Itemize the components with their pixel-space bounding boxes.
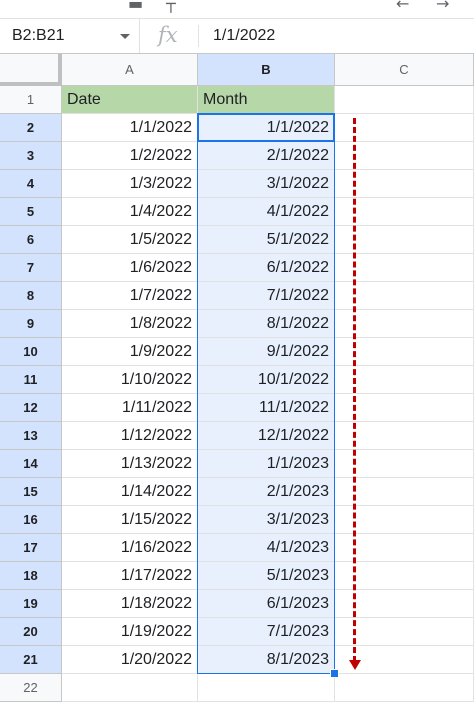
column-header-b[interactable]: B xyxy=(198,54,335,86)
row-header-20[interactable]: 20 xyxy=(0,618,62,646)
month-cell[interactable]: 8/1/2022 xyxy=(198,310,335,338)
date-cell[interactable]: 1/6/2022 xyxy=(62,254,198,282)
column-header-c[interactable]: C xyxy=(335,54,474,86)
month-cell[interactable]: 8/1/2023 xyxy=(198,646,335,674)
date-cell[interactable]: 1/9/2022 xyxy=(62,338,198,366)
row-header-13[interactable]: 13 xyxy=(0,422,62,450)
date-cell[interactable]: 1/10/2022 xyxy=(62,366,198,394)
name-box-value[interactable]: B2:B21 xyxy=(12,27,64,45)
date-cell[interactable]: 1/12/2022 xyxy=(62,422,198,450)
paint-format-icon[interactable]: ┬ xyxy=(166,0,176,13)
row-header-16[interactable]: 16 xyxy=(0,506,62,534)
month-cell[interactable]: 2/1/2022 xyxy=(198,142,335,170)
header-cell-month[interactable]: Month xyxy=(198,86,335,114)
date-cell[interactable]: 1/15/2022 xyxy=(62,506,198,534)
month-cell[interactable]: 1/1/2023 xyxy=(198,450,335,478)
spreadsheet-grid[interactable]: A B C 1 Date Month 2 1/1/2022 1/1/2022 3 1/2/2022 2… xyxy=(0,54,474,710)
month-cell[interactable]: 5/1/2023 xyxy=(198,562,335,590)
date-cell[interactable]: 1/1/2022 xyxy=(62,114,198,142)
row-header-21[interactable]: 21 xyxy=(0,646,62,674)
row-header-19[interactable]: 19 xyxy=(0,590,62,618)
row-header-10[interactable]: 10 xyxy=(0,338,62,366)
empty-cell[interactable] xyxy=(198,674,335,702)
fill-direction-arrow-line xyxy=(353,118,356,662)
row-header-5[interactable]: 5 xyxy=(0,198,62,226)
row-header-8[interactable]: 8 xyxy=(0,282,62,310)
row-header-3[interactable]: 3 xyxy=(0,142,62,170)
month-cell[interactable]: 3/1/2023 xyxy=(198,506,335,534)
row-header-1[interactable]: 1 xyxy=(0,86,62,114)
row-header-2[interactable]: 2 xyxy=(0,114,62,142)
empty-cell[interactable] xyxy=(335,674,474,702)
date-cell[interactable]: 1/7/2022 xyxy=(62,282,198,310)
month-cell[interactable]: 11/1/2022 xyxy=(198,394,335,422)
header-cell-date[interactable]: Date xyxy=(62,86,198,114)
arrow-down-icon xyxy=(349,660,361,670)
month-cell[interactable]: 3/1/2022 xyxy=(198,170,335,198)
row-header-18[interactable]: 18 xyxy=(0,562,62,590)
date-cell[interactable]: 1/8/2022 xyxy=(62,310,198,338)
date-cell[interactable]: 1/14/2022 xyxy=(62,478,198,506)
date-cell[interactable]: 1/4/2022 xyxy=(62,198,198,226)
toolbar: ▬ ┬ ← → xyxy=(0,0,474,18)
formula-input[interactable]: 1/1/2022 xyxy=(213,27,275,45)
row-header-9[interactable]: 9 xyxy=(0,310,62,338)
fx-icon: fx xyxy=(158,23,178,47)
column-header-a[interactable]: A xyxy=(62,54,198,86)
empty-cell[interactable] xyxy=(62,674,198,702)
chevron-down-icon[interactable] xyxy=(120,34,130,39)
date-cell[interactable]: 1/20/2022 xyxy=(62,646,198,674)
date-cell[interactable]: 1/3/2022 xyxy=(62,170,198,198)
undo-icon[interactable]: ← xyxy=(396,0,409,13)
month-cell[interactable]: 6/1/2022 xyxy=(198,254,335,282)
row-header-7[interactable]: 7 xyxy=(0,254,62,282)
month-cell[interactable]: 6/1/2023 xyxy=(198,590,335,618)
formula-bar: B2:B21 fx 1/1/2022 xyxy=(0,18,474,54)
month-cell[interactable]: 2/1/2023 xyxy=(198,478,335,506)
month-cell[interactable]: 9/1/2022 xyxy=(198,338,335,366)
date-cell[interactable]: 1/16/2022 xyxy=(62,534,198,562)
row-header-6[interactable]: 6 xyxy=(0,226,62,254)
month-cell[interactable]: 5/1/2022 xyxy=(198,226,335,254)
month-cell[interactable]: 12/1/2022 xyxy=(198,422,335,450)
date-cell[interactable]: 1/13/2022 xyxy=(62,450,198,478)
date-cell[interactable]: 1/18/2022 xyxy=(62,590,198,618)
formula-divider xyxy=(198,25,199,47)
date-cell[interactable]: 1/2/2022 xyxy=(62,142,198,170)
select-all-corner[interactable] xyxy=(0,54,62,86)
month-cell[interactable]: 7/1/2022 xyxy=(198,282,335,310)
empty-cell[interactable] xyxy=(335,86,474,114)
month-cell[interactable]: 1/1/2022 xyxy=(198,114,335,142)
fill-handle[interactable] xyxy=(330,669,339,678)
month-cell[interactable]: 10/1/2022 xyxy=(198,366,335,394)
month-cell[interactable]: 4/1/2022 xyxy=(198,198,335,226)
month-cell[interactable]: 4/1/2023 xyxy=(198,534,335,562)
date-cell[interactable]: 1/11/2022 xyxy=(62,394,198,422)
month-cell[interactable]: 7/1/2023 xyxy=(198,618,335,646)
row-header-4[interactable]: 4 xyxy=(0,170,62,198)
row-header-15[interactable]: 15 xyxy=(0,478,62,506)
row-header-22[interactable]: 22 xyxy=(0,674,62,702)
print-icon[interactable]: ▬ xyxy=(128,0,143,13)
date-cell[interactable]: 1/17/2022 xyxy=(62,562,198,590)
row-header-12[interactable]: 12 xyxy=(0,394,62,422)
redo-icon[interactable]: → xyxy=(436,0,449,13)
row-header-17[interactable]: 17 xyxy=(0,534,62,562)
name-box[interactable]: B2:B21 xyxy=(0,19,140,53)
row-header-11[interactable]: 11 xyxy=(0,366,62,394)
row-header-14[interactable]: 14 xyxy=(0,450,62,478)
date-cell[interactable]: 1/5/2022 xyxy=(62,226,198,254)
date-cell[interactable]: 1/19/2022 xyxy=(62,618,198,646)
